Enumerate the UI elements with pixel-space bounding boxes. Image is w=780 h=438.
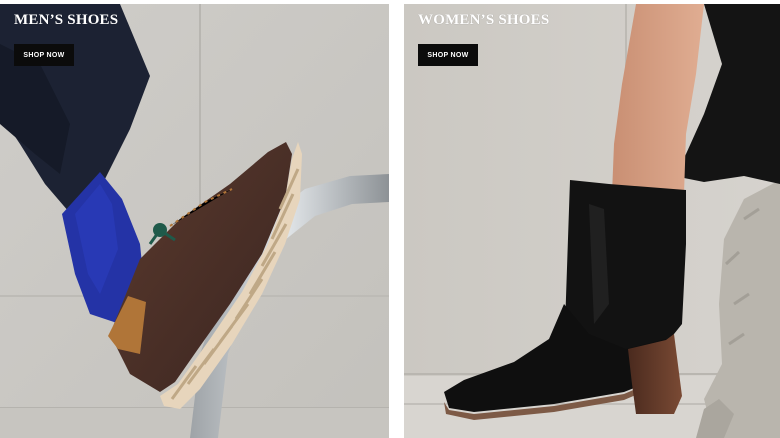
- mens-shop-now-button[interactable]: SHOP NOW: [14, 44, 74, 66]
- panel-divider: [389, 0, 404, 438]
- womens-shoes-image: [404, 4, 780, 438]
- mens-shoes-image: [0, 4, 389, 438]
- womens-shop-now-button[interactable]: SHOP NOW: [418, 44, 478, 66]
- mens-shoes-promo[interactable]: MEN’S SHOES SHOP NOW: [0, 4, 389, 438]
- womens-shoes-title: WOMEN’S SHOES: [418, 12, 550, 28]
- mens-shoes-title: MEN’S SHOES: [14, 12, 119, 28]
- womens-shoes-promo[interactable]: WOMEN’S SHOES SHOP NOW: [404, 4, 780, 438]
